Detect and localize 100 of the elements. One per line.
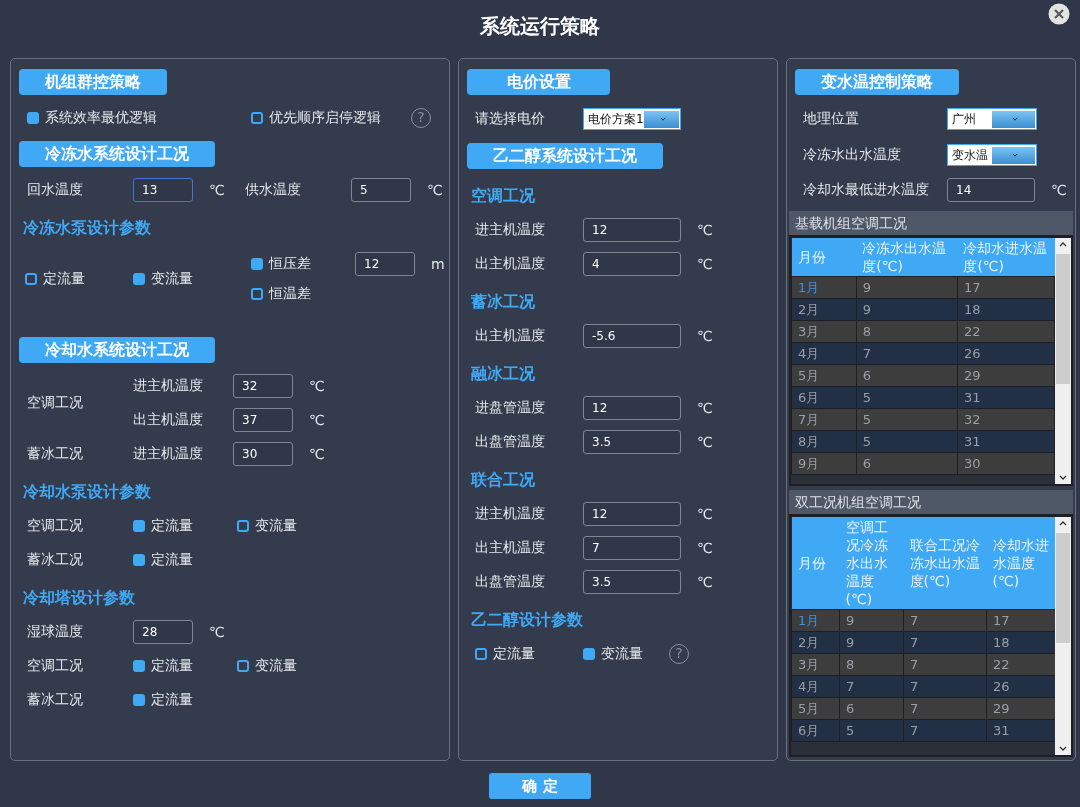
table-cell: 3月 xyxy=(791,653,840,676)
radio-option[interactable]: 变流量 xyxy=(583,645,669,663)
unit-label: ℃ xyxy=(308,378,326,394)
table-cell: 6月 xyxy=(791,719,840,742)
table-cell: 17 xyxy=(957,276,1055,299)
option-label: 系统效率最优逻辑 xyxy=(45,109,157,127)
input-field[interactable]: 7 xyxy=(583,536,681,560)
scroll-up-icon xyxy=(1059,521,1067,526)
row-label: 蓄冰工况 xyxy=(27,445,84,463)
field-label: 出盘管温度 xyxy=(475,433,546,451)
radio-option[interactable]: 恒温差 xyxy=(251,285,355,303)
unit-label: m xyxy=(430,256,446,272)
section-subheading: 融冰工况 xyxy=(470,363,536,385)
checkbox[interactable] xyxy=(583,648,595,660)
input-field[interactable]: 30 xyxy=(233,442,293,466)
radio-option[interactable]: 优先顺序启停逻辑 xyxy=(251,109,411,127)
field-label: 回水温度 xyxy=(27,181,84,199)
option-label: 恒压差 xyxy=(269,255,311,273)
unit-label: ℃ xyxy=(696,400,714,416)
input-field[interactable]: 5 xyxy=(351,178,411,202)
row-label: 蓄冰工况 xyxy=(27,691,84,709)
checkbox[interactable] xyxy=(133,694,145,706)
radio-option[interactable]: 定流量 xyxy=(133,517,237,535)
row-label: 空调工况 xyxy=(27,517,84,535)
dropdown[interactable]: 变水温 xyxy=(947,144,1037,166)
input-field[interactable]: 12 xyxy=(583,218,681,242)
checkbox[interactable] xyxy=(251,112,263,124)
field-label: 湿球温度 xyxy=(27,623,84,641)
table-cell: 2月 xyxy=(791,631,840,654)
input-field[interactable]: 3.5 xyxy=(583,570,681,594)
dropdown[interactable]: 电价方案1 xyxy=(583,108,681,130)
input-field[interactable]: 28 xyxy=(133,620,193,644)
field-label: 进主机温度 xyxy=(475,221,546,239)
checkbox[interactable] xyxy=(475,648,487,660)
unit-label: ℃ xyxy=(208,624,226,640)
radio-option[interactable]: 定流量 xyxy=(475,645,583,663)
field-label: 供水温度 xyxy=(245,181,302,199)
input-field[interactable]: 12 xyxy=(583,502,681,526)
row-label: 空调工况 xyxy=(27,394,84,412)
input-field[interactable]: 12 xyxy=(583,396,681,420)
field-label: 冷冻水出水温度 xyxy=(803,146,902,164)
table-cell: 5月 xyxy=(791,697,840,720)
section-header: 冷冻水系统设计工况 xyxy=(19,141,215,167)
checkbox[interactable] xyxy=(25,273,37,285)
dropdown[interactable]: 广州 xyxy=(947,108,1037,130)
checkbox[interactable] xyxy=(133,520,145,532)
field-label: 进盘管温度 xyxy=(475,399,546,417)
radio-option[interactable]: 恒压差 xyxy=(251,255,355,273)
option-label: 变流量 xyxy=(601,645,643,663)
section-header: 冷却水系统设计工况 xyxy=(19,337,215,363)
table-cell: 9月 xyxy=(791,452,857,475)
table-cell: 3月 xyxy=(791,320,857,343)
input-field[interactable]: 13 xyxy=(133,178,193,202)
section-subheading: 冷却水泵设计参数 xyxy=(22,481,152,503)
unit-label: ℃ xyxy=(1050,182,1068,198)
unit-label: ℃ xyxy=(696,434,714,450)
input-field[interactable]: 32 xyxy=(233,374,293,398)
checkbox[interactable] xyxy=(133,554,145,566)
table-cell: 4月 xyxy=(791,675,840,698)
radio-option[interactable]: 定流量 xyxy=(133,657,237,675)
checkbox[interactable] xyxy=(251,288,263,300)
option-label: 变流量 xyxy=(255,657,297,675)
radio-option[interactable]: 定流量 xyxy=(133,551,237,569)
input-field[interactable]: -5.6 xyxy=(583,324,681,348)
close-icon[interactable] xyxy=(1048,3,1070,25)
input-field[interactable]: 14 xyxy=(947,178,1035,202)
field-label: 请选择电价 xyxy=(475,110,546,128)
input-field[interactable]: 12 xyxy=(355,252,415,276)
radio-option[interactable]: 系统效率最优逻辑 xyxy=(27,109,251,127)
table-cell: 2月 xyxy=(791,298,857,321)
checkbox[interactable] xyxy=(27,112,39,124)
scrollbar[interactable] xyxy=(1055,238,1071,484)
radio-option[interactable]: 定流量 xyxy=(133,691,237,709)
input-field[interactable]: 3.5 xyxy=(583,430,681,454)
option-label: 定流量 xyxy=(151,657,193,675)
unit-label: ℃ xyxy=(696,256,714,272)
section-subheading: 冷冻水泵设计参数 xyxy=(22,217,152,239)
checkbox[interactable] xyxy=(237,660,249,672)
scroll-up-icon xyxy=(1059,242,1067,247)
checkbox[interactable] xyxy=(251,258,263,270)
checkbox[interactable] xyxy=(133,660,145,672)
scrollbar[interactable] xyxy=(1055,517,1071,755)
unit-label: ℃ xyxy=(308,446,326,462)
radio-option[interactable]: 变流量 xyxy=(133,270,241,288)
field-label: 进主机温度 xyxy=(475,505,546,523)
radio-option[interactable]: 变流量 xyxy=(237,657,397,675)
unit-label: ℃ xyxy=(696,506,714,522)
checkbox[interactable] xyxy=(133,273,145,285)
input-field[interactable]: 4 xyxy=(583,252,681,276)
radio-option[interactable]: 变流量 xyxy=(237,517,397,535)
radio-option[interactable]: 定流量 xyxy=(25,270,133,288)
unit-label: ℃ xyxy=(696,540,714,556)
input-field[interactable]: 37 xyxy=(233,408,293,432)
section-header: 乙二醇系统设计工况 xyxy=(467,143,663,169)
table-cell: 4月 xyxy=(791,342,857,365)
checkbox[interactable] xyxy=(237,520,249,532)
unit-label: ℃ xyxy=(696,574,714,590)
section-subheading: 乙二醇设计参数 xyxy=(470,609,584,631)
field-label: 出主机温度 xyxy=(475,255,546,273)
option-label: 定流量 xyxy=(151,551,193,569)
